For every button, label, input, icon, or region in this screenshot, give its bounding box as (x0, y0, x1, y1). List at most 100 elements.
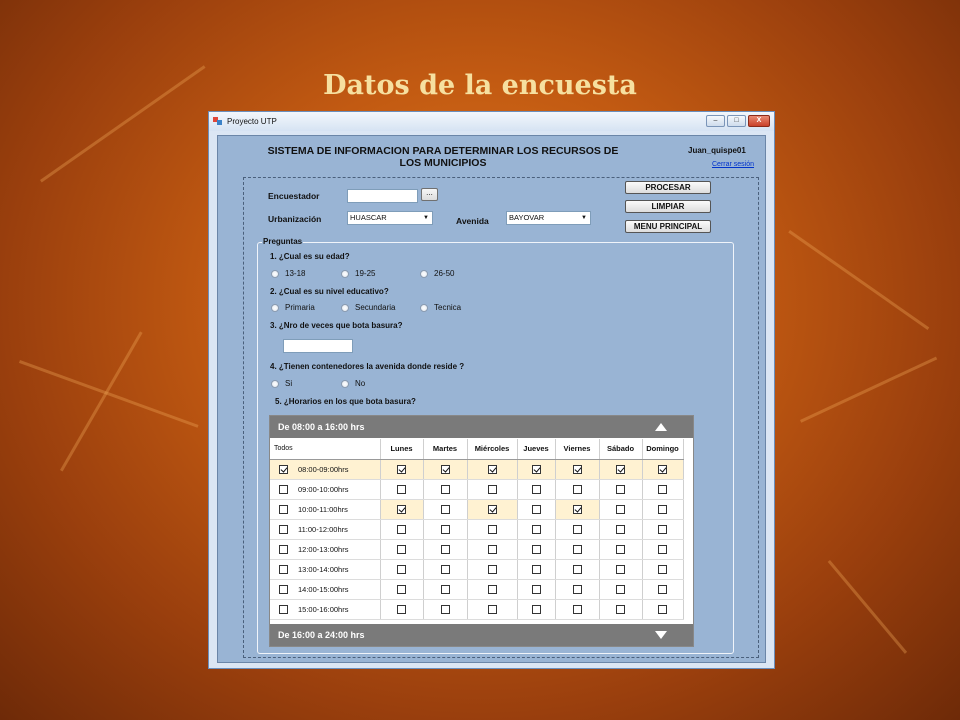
group-header-morning[interactable]: De 08:00 a 16:00 hrs (270, 416, 693, 438)
group-header-evening[interactable]: De 16:00 a 24:00 hrs (270, 624, 693, 646)
day-checkbox[interactable] (531, 604, 541, 614)
day-checkbox[interactable] (440, 484, 450, 494)
day-checkbox[interactable] (397, 604, 406, 614)
day-checkbox[interactable] (397, 484, 406, 494)
radio-no[interactable]: No (341, 379, 365, 388)
menu-principal-button[interactable]: MENU PRINCIPAL (625, 220, 711, 233)
day-checkbox[interactable] (658, 484, 667, 494)
day-checkbox[interactable] (616, 504, 625, 514)
radio-26-50[interactable]: 26-50 (420, 269, 454, 278)
day-checkbox[interactable] (487, 484, 497, 494)
day-checkbox[interactable] (531, 524, 541, 534)
day-checkbox[interactable] (658, 584, 667, 594)
day-checkbox[interactable] (616, 604, 625, 614)
day-checkbox[interactable] (572, 504, 582, 514)
question-3: 3. ¿Nro de veces que bota basura? (270, 321, 403, 330)
day-checkbox[interactable] (572, 524, 582, 534)
maximize-button[interactable]: □ (727, 115, 746, 127)
day-checkbox[interactable] (440, 564, 450, 574)
select-all-label[interactable]: Todos (270, 439, 381, 460)
day-checkbox[interactable] (531, 504, 541, 514)
day-checkbox[interactable] (572, 584, 582, 594)
day-checkbox[interactable] (440, 584, 450, 594)
day-checkbox[interactable] (397, 504, 406, 514)
day-checkbox[interactable] (440, 524, 450, 534)
day-checkbox[interactable] (487, 504, 497, 514)
question-1: 1. ¿Cual es su edad? (270, 252, 350, 261)
day-checkbox[interactable] (616, 464, 625, 474)
row-checkbox[interactable] (279, 484, 288, 494)
day-checkbox[interactable] (616, 584, 625, 594)
day-cell (423, 519, 468, 540)
day-checkbox[interactable] (440, 464, 450, 474)
day-checkbox[interactable] (487, 604, 497, 614)
day-checkbox[interactable] (487, 524, 497, 534)
day-header-2[interactable]: Miércoles (467, 439, 518, 460)
radio-tecnica[interactable]: Tecnica (420, 303, 461, 312)
nro-veces-input[interactable] (283, 339, 353, 353)
limpiar-button[interactable]: LIMPIAR (625, 200, 711, 213)
day-checkbox[interactable] (616, 524, 625, 534)
radio-secundaria[interactable]: Secundaria (341, 303, 395, 312)
radio-19-25[interactable]: 19-25 (341, 269, 375, 278)
row-checkbox[interactable] (279, 524, 288, 534)
day-header-6[interactable]: Domingo (642, 439, 684, 460)
day-checkbox[interactable] (397, 584, 406, 594)
urbanizacion-select[interactable]: HUASCAR ▼ (347, 211, 433, 225)
day-checkbox[interactable] (487, 564, 497, 574)
encuestador-label: Encuestador (268, 191, 320, 201)
day-checkbox[interactable] (616, 544, 625, 554)
day-checkbox[interactable] (572, 464, 582, 474)
minimize-button[interactable]: – (706, 115, 725, 127)
day-cell (555, 499, 600, 520)
day-checkbox[interactable] (397, 544, 406, 554)
day-checkbox[interactable] (487, 544, 497, 554)
day-checkbox[interactable] (531, 564, 541, 574)
day-checkbox[interactable] (658, 544, 667, 554)
day-checkbox[interactable] (572, 544, 582, 554)
day-header-4[interactable]: Viernes (555, 439, 600, 460)
day-checkbox[interactable] (487, 464, 497, 474)
day-checkbox[interactable] (658, 604, 667, 614)
day-checkbox[interactable] (616, 564, 625, 574)
row-checkbox[interactable] (279, 584, 288, 594)
day-checkbox[interactable] (397, 564, 406, 574)
encuestador-input[interactable] (347, 189, 418, 203)
day-header-0[interactable]: Lunes (380, 439, 424, 460)
row-checkbox[interactable] (279, 604, 288, 614)
day-header-3[interactable]: Jueves (517, 439, 556, 460)
day-checkbox[interactable] (658, 564, 667, 574)
day-checkbox[interactable] (658, 524, 667, 534)
day-checkbox[interactable] (397, 524, 406, 534)
day-checkbox[interactable] (440, 544, 450, 554)
window-titlebar[interactable]: Proyecto UTP – □ X (209, 112, 774, 131)
row-checkbox[interactable] (279, 544, 288, 554)
day-checkbox[interactable] (572, 564, 582, 574)
day-checkbox[interactable] (616, 484, 625, 494)
day-checkbox[interactable] (658, 464, 667, 474)
day-checkbox[interactable] (397, 464, 406, 474)
radio-si[interactable]: Si (271, 379, 292, 388)
radio-primaria[interactable]: Primaria (271, 303, 315, 312)
day-checkbox[interactable] (531, 544, 541, 554)
browse-button[interactable]: ... (421, 188, 438, 201)
day-checkbox[interactable] (531, 464, 541, 474)
radio-13-18[interactable]: 13-18 (271, 269, 305, 278)
close-button[interactable]: X (748, 115, 770, 127)
day-checkbox[interactable] (531, 484, 541, 494)
day-checkbox[interactable] (440, 504, 450, 514)
day-checkbox[interactable] (440, 604, 450, 614)
row-checkbox[interactable] (279, 564, 288, 574)
row-checkbox[interactable] (279, 504, 288, 514)
day-checkbox[interactable] (487, 584, 497, 594)
day-header-1[interactable]: Martes (423, 439, 468, 460)
row-checkbox[interactable] (279, 464, 288, 474)
day-header-5[interactable]: Sábado (599, 439, 643, 460)
day-checkbox[interactable] (658, 504, 667, 514)
logout-link[interactable]: Cerrar sesión (712, 161, 754, 168)
day-checkbox[interactable] (572, 604, 582, 614)
procesar-button[interactable]: PROCESAR (625, 181, 711, 194)
day-checkbox[interactable] (572, 484, 582, 494)
avenida-select[interactable]: BAYOVAR ▼ (506, 211, 591, 225)
day-checkbox[interactable] (531, 584, 541, 594)
